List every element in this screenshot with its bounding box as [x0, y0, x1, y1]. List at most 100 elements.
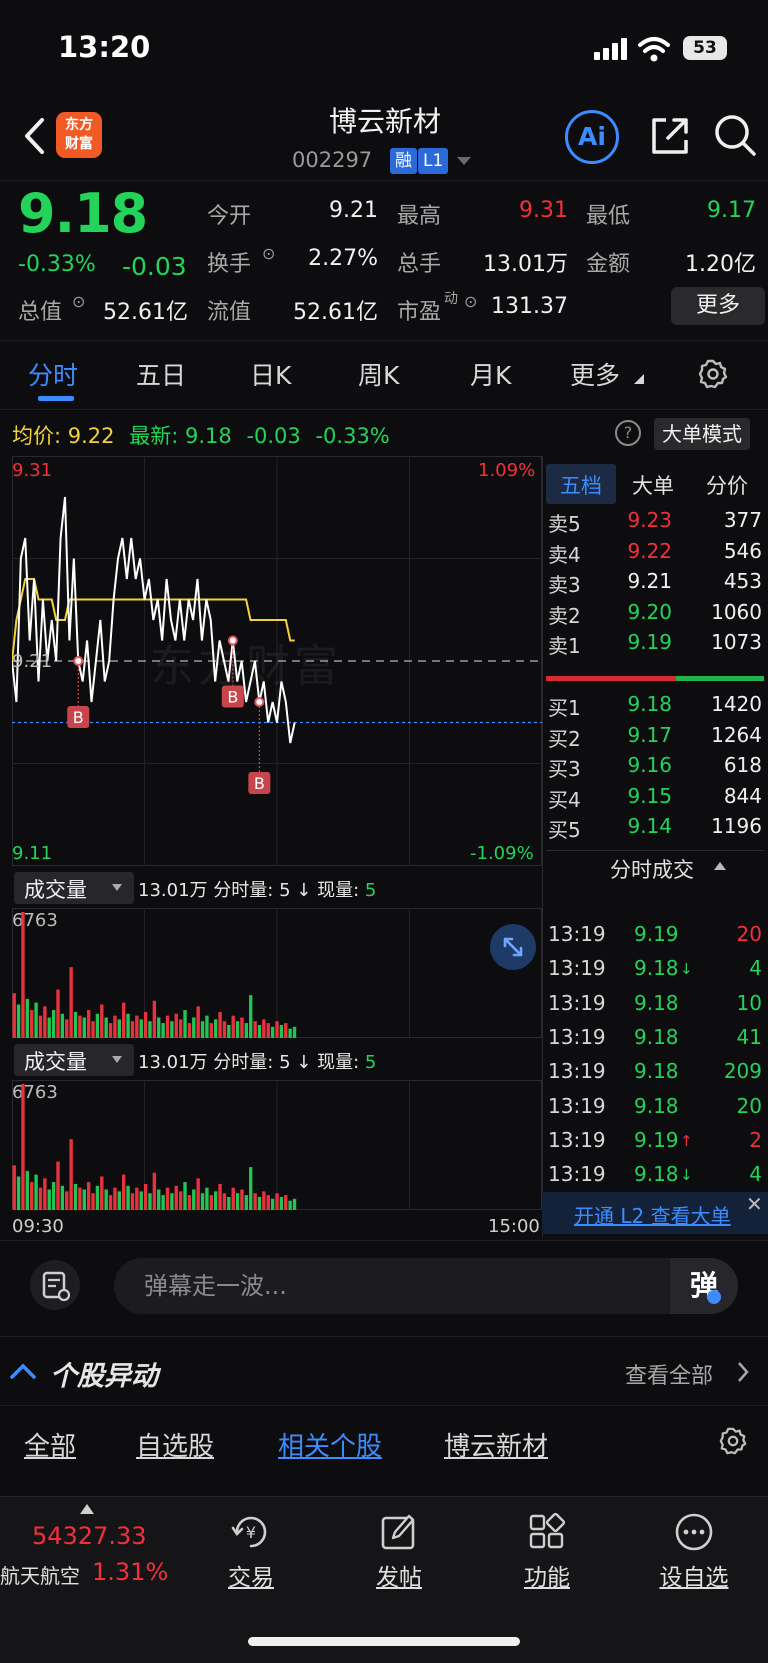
- dropdown-icon[interactable]: [457, 157, 471, 167]
- nav-function[interactable]: 功能: [507, 1558, 587, 1592]
- close-icon[interactable]: ✕: [746, 1192, 763, 1216]
- volume-bar: [104, 1017, 108, 1038]
- sell-pressure-bar: [546, 676, 676, 681]
- comment-list-button[interactable]: [30, 1260, 80, 1310]
- big-order-mode-button[interactable]: 大单模式: [654, 418, 750, 450]
- filter-related[interactable]: 相关个股: [278, 1426, 382, 1463]
- bid-row[interactable]: 买1 9.18 1420: [548, 692, 762, 724]
- tab-five-day[interactable]: 五日: [136, 356, 186, 392]
- volume-bar: [108, 1195, 113, 1210]
- level-volume: 618: [723, 753, 762, 777]
- danmu-button[interactable]: 弹: [670, 1258, 738, 1314]
- volume-bar: [292, 1026, 297, 1038]
- bid-row[interactable]: 买5 9.14 1196: [548, 814, 762, 846]
- ask-row[interactable]: 卖2 9.20 1060: [548, 600, 762, 632]
- index-value[interactable]: 54327.33: [32, 1522, 147, 1550]
- trade-time: 13:19: [548, 990, 606, 1015]
- level-label: 卖5: [548, 512, 581, 536]
- caret-up-icon: [80, 1504, 94, 1514]
- ai-button[interactable]: Ai: [565, 110, 619, 164]
- volume-bar: [95, 1013, 100, 1038]
- nav-trade[interactable]: 交易: [211, 1558, 291, 1592]
- volume-bar: [187, 1195, 192, 1210]
- more-dots-icon[interactable]: [672, 1510, 716, 1554]
- share-icon[interactable]: [648, 114, 692, 158]
- info-dots-icon[interactable]: ⊙: [262, 244, 275, 263]
- level-price: 9.17: [627, 722, 672, 747]
- nav-post[interactable]: 发帖: [359, 1558, 439, 1592]
- index-name[interactable]: 航天航空: [0, 1560, 80, 1589]
- bid-row[interactable]: 买4 9.15 844: [548, 784, 762, 816]
- ask-row[interactable]: 卖1 9.19 1073: [548, 630, 762, 662]
- help-icon[interactable]: ?: [615, 420, 641, 446]
- level-volume: 1196: [711, 814, 762, 838]
- filter-stock[interactable]: 博云新材: [444, 1426, 548, 1463]
- trade-volume: 4: [749, 956, 762, 981]
- info-dots-icon[interactable]: ⊙: [464, 292, 477, 311]
- trade-price: 9.19: [634, 1127, 679, 1152]
- volume-bar: [104, 1189, 108, 1210]
- volume-bar: [279, 1196, 284, 1210]
- tab-month-k[interactable]: 月K: [470, 356, 511, 392]
- tab-week-k[interactable]: 周K: [358, 356, 399, 392]
- volume-bar: [148, 1021, 152, 1038]
- back-icon[interactable]: [18, 114, 52, 158]
- trade-icon[interactable]: ¥: [229, 1510, 273, 1554]
- bid-row[interactable]: 买2 9.17 1264: [548, 723, 762, 755]
- post-icon[interactable]: [377, 1510, 421, 1554]
- volume-bar: [235, 1021, 240, 1038]
- tab-five-level[interactable]: 五档: [560, 470, 602, 500]
- volume-bar: [152, 1172, 157, 1210]
- trades-title[interactable]: 分时成交: [610, 854, 694, 884]
- settings-icon[interactable]: [718, 1426, 748, 1456]
- settings-icon[interactable]: [697, 358, 729, 390]
- pct-max-label: 1.09%: [478, 460, 536, 481]
- volume-bar: [266, 1195, 270, 1210]
- tab-price-distribution[interactable]: 分价: [706, 470, 748, 500]
- filter-all[interactable]: 全部: [24, 1426, 76, 1463]
- expand-button[interactable]: [490, 924, 536, 970]
- ask-row[interactable]: 卖4 9.22 546: [548, 539, 762, 571]
- collapse-icon[interactable]: [714, 862, 726, 870]
- volume-bar: [227, 1196, 231, 1210]
- info-dots-icon[interactable]: ⊙: [72, 292, 85, 311]
- volume-bar: [12, 993, 16, 1038]
- ask-row[interactable]: 卖3 9.21 453: [548, 569, 762, 601]
- view-all-link[interactable]: 查看全部: [625, 1358, 713, 1390]
- volume-bar: [249, 995, 253, 1038]
- danmu-input[interactable]: 弹幕走一波...: [114, 1258, 738, 1314]
- stock-code: 002297: [292, 148, 373, 172]
- more-button[interactable]: 更多: [671, 287, 765, 325]
- volume-bar: [143, 1011, 148, 1038]
- trade-price: 9.18: [634, 1059, 679, 1084]
- level-price: 9.15: [627, 783, 672, 808]
- search-icon[interactable]: [712, 112, 758, 158]
- tab-big-order[interactable]: 大单: [632, 470, 674, 500]
- volume-bar: [113, 1187, 117, 1210]
- high-value: 9.31: [519, 198, 568, 223]
- nav-add-watchlist[interactable]: 设自选: [654, 1558, 734, 1592]
- chevron-right-icon[interactable]: [736, 1360, 750, 1384]
- function-icon[interactable]: [525, 1510, 569, 1554]
- volume-bar: [91, 1193, 95, 1210]
- chevron-up-icon[interactable]: [10, 1362, 36, 1380]
- tab-minute[interactable]: 分时: [28, 356, 78, 392]
- pct-min-label: -1.09%: [470, 843, 534, 864]
- filter-watchlist[interactable]: 自选股: [136, 1426, 214, 1463]
- volume-bar: [192, 1189, 196, 1210]
- tab-more[interactable]: 更多: [570, 356, 620, 392]
- trade-volume: 209: [723, 1059, 762, 1084]
- trade-price: 9.18: [634, 1162, 679, 1187]
- high-label: 最高: [397, 204, 442, 229]
- volume-bar: [16, 1176, 21, 1210]
- trade-arrow: ↑: [680, 1131, 693, 1150]
- l2-banner-text[interactable]: 开通 L2 查看大单: [574, 1200, 731, 1229]
- tab-day-k[interactable]: 日K: [250, 356, 291, 392]
- volume-bar: [165, 1187, 170, 1210]
- volume-bar: [222, 1021, 227, 1038]
- volume-bar: [135, 1187, 139, 1210]
- volume-bar: [288, 1200, 292, 1210]
- bid-row[interactable]: 买3 9.16 618: [548, 753, 762, 785]
- index-percent[interactable]: 1.31%: [92, 1558, 168, 1586]
- ask-row[interactable]: 卖5 9.23 377: [548, 508, 762, 540]
